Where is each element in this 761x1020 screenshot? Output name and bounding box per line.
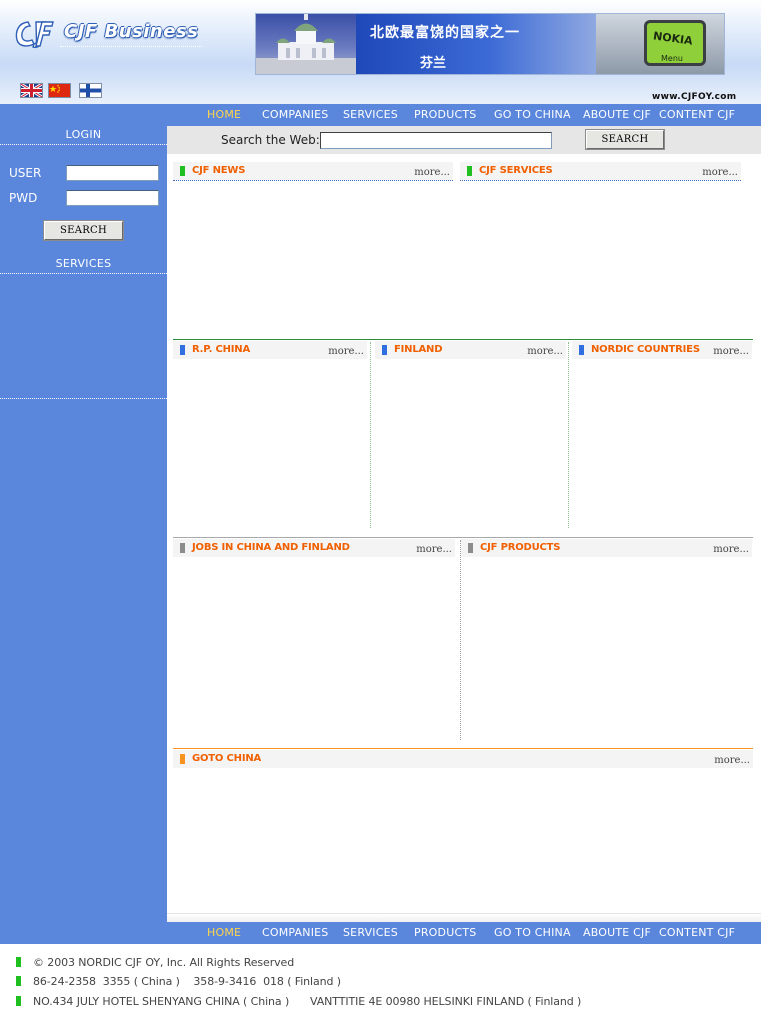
- sidebar-divider: [0, 398, 167, 399]
- row-divider: [173, 339, 753, 340]
- nav-companies[interactable]: COMPANIES: [262, 926, 329, 939]
- banner-subheadline: 芬兰: [420, 56, 447, 71]
- nav-services[interactable]: SERVICES: [343, 926, 398, 939]
- nav-products[interactable]: PRODUCTS: [414, 108, 476, 121]
- nav-about-cjf[interactable]: ABOUTE CJF: [583, 108, 651, 121]
- nav-go-to-china[interactable]: GO TO CHINA: [494, 926, 571, 939]
- top-nav: HOME COMPANIES SERVICES PRODUCTS GO TO C…: [167, 104, 761, 126]
- rp-china-more-link[interactable]: more...: [328, 346, 364, 357]
- china-flag-icon[interactable]: [48, 83, 71, 98]
- footer-address-china: NO.434 JULY HOTEL SHENYANG CHINA ( China…: [33, 995, 290, 1008]
- finland-more-link[interactable]: more...: [527, 346, 563, 357]
- footer-copyright: © 2003 NORDIC CJF OY, Inc. All Rights Re…: [33, 956, 295, 969]
- cjf-news-title: CJF NEWS: [192, 165, 246, 176]
- phone-menu-label: Menu: [661, 54, 683, 63]
- web-search-button[interactable]: SEARCH: [585, 129, 665, 150]
- content-bottom-border: [167, 913, 761, 922]
- finland-header: FINLAND more...: [375, 341, 566, 359]
- nav-content-cjf[interactable]: CONTENT CJF: [659, 926, 735, 939]
- rp-china-header: R.P. CHINA more...: [173, 341, 367, 359]
- nav-home[interactable]: HOME: [207, 108, 241, 121]
- footer-marker-icon: [16, 957, 21, 967]
- cjf-services-title: CJF SERVICES: [479, 165, 553, 176]
- sidebar-divider: [0, 144, 167, 145]
- nav-content-cjf[interactable]: CONTENT CJF: [659, 108, 735, 121]
- cjf-products-header: CJF PRODUCTS more...: [461, 539, 752, 557]
- section-marker-icon: [468, 543, 473, 553]
- section-marker-icon: [180, 543, 185, 553]
- nav-about-cjf[interactable]: ABOUTE CJF: [583, 926, 651, 939]
- cjf-logo-icon[interactable]: [14, 18, 54, 50]
- site-footer: © 2003 NORDIC CJF OY, Inc. All Rights Re…: [0, 944, 761, 1020]
- nav-services[interactable]: SERVICES: [343, 108, 398, 121]
- goto-china-title: GOTO CHINA: [192, 753, 262, 764]
- site-url: www.CJFOY.com: [652, 92, 737, 102]
- nordic-countries-header: NORDIC COUNTRIES more...: [572, 341, 752, 359]
- section-divider: [460, 180, 741, 181]
- bottom-nav: HOME COMPANIES SERVICES PRODUCTS GO TO C…: [167, 922, 761, 944]
- nav-products[interactable]: PRODUCTS: [414, 926, 476, 939]
- footer-address-finland: VANTTITIE 4E 00980 HELSINKI FINLAND ( Fi…: [310, 995, 582, 1008]
- jobs-title: JOBS IN CHINA AND FINLAND: [192, 542, 350, 553]
- sidebar-divider: [0, 273, 167, 274]
- footer-phones: 86-24-2358 3355 ( China ) 358-9-3416 018…: [33, 975, 341, 988]
- jobs-more-link[interactable]: more...: [416, 544, 452, 555]
- uk-flag-icon[interactable]: [20, 83, 43, 98]
- cjf-services-header: CJF SERVICES more...: [460, 162, 741, 180]
- nordic-countries-title: NORDIC COUNTRIES: [591, 344, 700, 355]
- finland-title: FINLAND: [394, 344, 443, 355]
- cjf-products-title: CJF PRODUCTS: [480, 542, 561, 553]
- brand-underline: [60, 46, 202, 47]
- column-divider: [370, 342, 371, 528]
- footer-marker-icon: [16, 976, 21, 986]
- banner-ad[interactable]: 北欧最富饶的国家之一 芬兰 NOKIA Menu: [255, 13, 725, 75]
- brand-name[interactable]: CJF Business: [64, 21, 198, 42]
- row-divider: [173, 537, 753, 538]
- cjf-news-header: CJF NEWS more...: [173, 162, 453, 180]
- section-divider: [173, 180, 453, 181]
- login-search-button[interactable]: SEARCH: [43, 220, 124, 241]
- nav-go-to-china[interactable]: GO TO CHINA: [494, 108, 571, 121]
- section-marker-icon: [382, 345, 387, 355]
- user-input[interactable]: [66, 165, 159, 181]
- section-marker-icon: [579, 345, 584, 355]
- site-header: CJF Business 北欧最富饶的国家之一 芬兰 NOKIA Menu ww…: [0, 0, 761, 104]
- web-search-input[interactable]: [320, 132, 552, 149]
- section-marker-icon: [180, 345, 185, 355]
- cjf-services-more-link[interactable]: more...: [702, 167, 738, 178]
- nav-companies[interactable]: COMPANIES: [262, 108, 329, 121]
- footer-marker-icon: [16, 996, 21, 1006]
- sidebar: LOGIN USER PWD SEARCH SERVICES: [0, 104, 167, 944]
- section-marker-icon: [467, 166, 472, 176]
- cjf-products-more-link[interactable]: more...: [713, 544, 749, 555]
- rp-china-title: R.P. CHINA: [192, 344, 250, 355]
- column-divider: [460, 540, 461, 740]
- column-divider: [568, 342, 569, 528]
- nav-home[interactable]: HOME: [207, 926, 241, 939]
- goto-china-more-link[interactable]: more...: [714, 755, 750, 766]
- banner-headline: 北欧最富饶的国家之一: [370, 25, 520, 41]
- search-label: Search the Web:: [221, 133, 320, 147]
- pwd-input[interactable]: [66, 190, 159, 206]
- jobs-header: JOBS IN CHINA AND FINLAND more...: [173, 539, 455, 557]
- section-marker-icon: [180, 166, 185, 176]
- pwd-label: PWD: [9, 191, 38, 205]
- section-marker-icon: [180, 754, 185, 764]
- cjf-news-more-link[interactable]: more...: [414, 167, 450, 178]
- finland-flag-icon[interactable]: [79, 83, 102, 98]
- banner-cathedral-image: [256, 14, 356, 74]
- user-label: USER: [9, 166, 42, 180]
- row-divider: [173, 748, 753, 749]
- nordic-countries-more-link[interactable]: more...: [713, 346, 749, 357]
- services-title: SERVICES: [55, 257, 112, 270]
- goto-china-header: GOTO CHINA more...: [173, 750, 753, 768]
- login-title: LOGIN: [65, 128, 102, 141]
- web-search-bar: Search the Web: SEARCH: [167, 126, 761, 154]
